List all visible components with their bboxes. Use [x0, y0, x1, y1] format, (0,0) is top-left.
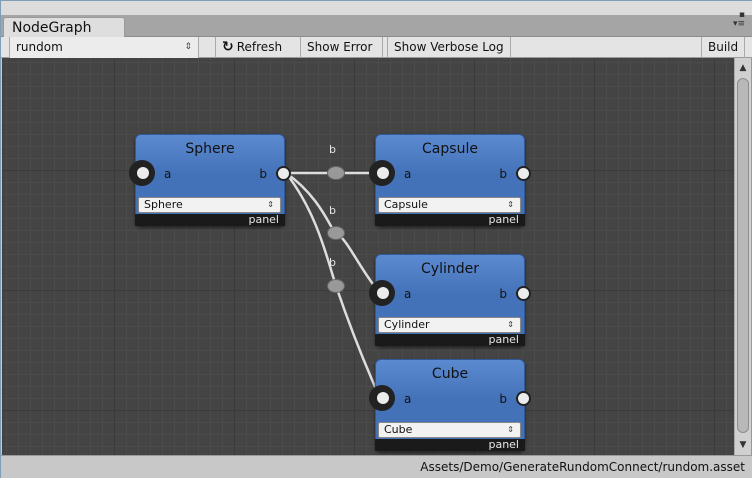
vertical-scrollbar[interactable]: ▲ ▼ [734, 58, 751, 455]
graph-select-dropdown[interactable]: rundom ⇕ [9, 37, 199, 58]
graph-canvas[interactable]: b b b Sphere a b Sphere ⇕ panel Capsule … [2, 58, 734, 455]
select-arrows-icon: ⇕ [184, 42, 192, 52]
node-graph-window: NodeGraph ▪ ▾≡ rundom ⇕ ↻ Refresh Show Err… [0, 0, 752, 478]
node-sphere[interactable]: Sphere a b Sphere ⇕ panel [129, 134, 291, 226]
node-title: Cylinder [421, 261, 479, 277]
edge-knob-cylinder[interactable] [327, 226, 345, 240]
scroll-down-icon[interactable]: ▼ [735, 437, 751, 453]
edge-label-capsule: b [329, 143, 336, 156]
status-bar: Assets/Demo/GenerateRundomConnect/rundom… [1, 455, 752, 478]
panel-label: panel [488, 333, 519, 346]
node-title: Cube [431, 366, 469, 382]
input-port-a[interactable] [369, 160, 395, 186]
edge-layer [285, 171, 382, 399]
node-dropdown[interactable]: Cube ⇕ [378, 422, 521, 438]
node-dropdown[interactable]: Capsule ⇕ [378, 197, 521, 213]
input-label: a [164, 167, 172, 181]
tab-bar: NodeGraph [1, 15, 752, 38]
node-dropdown[interactable]: Sphere ⇕ [138, 197, 281, 213]
asset-path: Assets/Demo/GenerateRundomConnect/rundom… [420, 460, 745, 474]
output-label: b [499, 392, 507, 406]
output-label: b [259, 167, 267, 181]
output-port-b[interactable] [516, 391, 531, 406]
output-port-b[interactable] [516, 166, 531, 181]
edge-knob-capsule[interactable] [327, 166, 345, 180]
dropdown-value: Cylinder [384, 318, 430, 331]
node-cylinder[interactable]: Cylinder a b Cylinder ⇕ panel [369, 254, 531, 346]
dropdown-value: Cube [384, 423, 413, 436]
input-label: a [404, 287, 412, 301]
refresh-label: Refresh [236, 40, 283, 54]
refresh-button[interactable]: ↻ Refresh [215, 37, 301, 58]
node-cube[interactable]: Cube a b Cube ⇕ panel [369, 359, 531, 451]
input-port-a[interactable] [129, 160, 155, 186]
scroll-thumb[interactable] [737, 78, 749, 433]
input-label: a [404, 392, 412, 406]
node-title: Capsule [422, 141, 478, 157]
build-button[interactable]: Build [701, 37, 745, 58]
edge-knob-cube[interactable] [327, 279, 345, 293]
refresh-icon: ↻ [222, 39, 234, 55]
input-port-a[interactable] [369, 385, 395, 411]
edge-label-cube: b [329, 256, 336, 269]
panel-label: panel [488, 213, 519, 226]
title-strip [1, 1, 752, 15]
panel-label: panel [248, 213, 279, 226]
show-error-button[interactable]: Show Error [301, 37, 383, 58]
input-port-a[interactable] [369, 280, 395, 306]
edge-label-cylinder: b [329, 204, 336, 217]
output-port-b[interactable] [516, 286, 531, 301]
toolbar: rundom ⇕ ↻ Refresh Show Error Show Verbos… [1, 37, 752, 58]
output-port-b[interactable] [276, 166, 291, 181]
node-title: Sphere [185, 141, 235, 157]
graph-select-value: rundom [16, 40, 63, 54]
window-menu-icon[interactable]: ▪ ▾≡ [723, 11, 745, 33]
show-verbose-log-button[interactable]: Show Verbose Log [387, 37, 511, 58]
dropdown-arrows-icon: ⇕ [507, 320, 514, 329]
dropdown-value: Sphere [144, 198, 183, 211]
scroll-up-icon[interactable]: ▲ [735, 60, 751, 76]
tab-nodegraph[interactable]: NodeGraph [3, 17, 125, 38]
panel-label: panel [488, 438, 519, 451]
dropdown-arrows-icon: ⇕ [507, 425, 514, 434]
input-label: a [404, 167, 412, 181]
output-label: b [499, 167, 507, 181]
dropdown-arrows-icon: ⇕ [267, 200, 274, 209]
dropdown-value: Capsule [384, 198, 428, 211]
node-dropdown[interactable]: Cylinder ⇕ [378, 317, 521, 333]
node-capsule[interactable]: Capsule a b Capsule ⇕ panel [369, 134, 531, 226]
output-label: b [499, 287, 507, 301]
dropdown-arrows-icon: ⇕ [507, 200, 514, 209]
